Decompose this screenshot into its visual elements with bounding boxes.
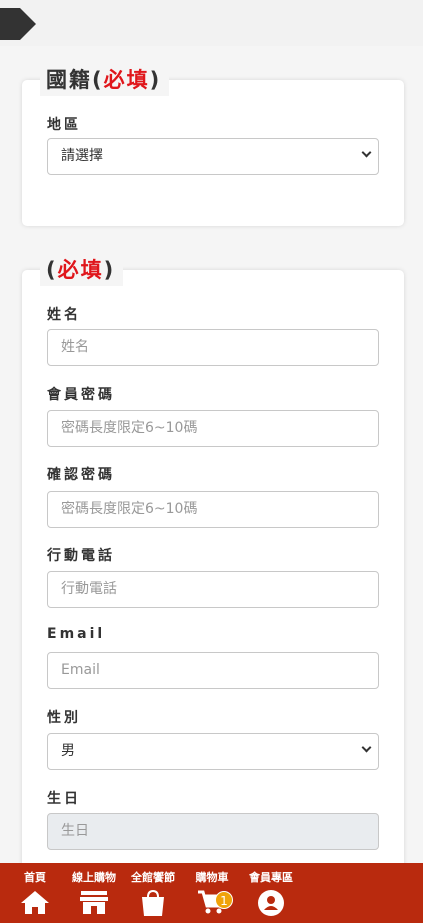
gender-label: 性別 (47, 710, 81, 726)
nationality-title: 國籍(必填) (40, 64, 170, 96)
nav-label: 會員專區 (249, 871, 293, 884)
name-label: 姓名 (47, 307, 81, 323)
user-icon (258, 890, 284, 916)
mobile-label: 行動電話 (47, 548, 115, 564)
nav-label: 購物車 (195, 871, 229, 884)
nav-label: 首頁 (24, 871, 46, 884)
nav-item-home[interactable]: 首頁 (14, 863, 56, 923)
confirm-password-label: 確認密碼 (47, 467, 115, 483)
cart-count-badge: 1 (215, 891, 233, 909)
shopping-bag-icon (142, 889, 164, 916)
form-content: 國籍(必填) 地區 請選擇 (必填) 姓名 姓名 會員密碼 密碼長度限定6~10… (0, 46, 423, 863)
required-mark: 必填 (103, 68, 150, 92)
birthday-input[interactable]: 生日 (47, 813, 379, 850)
confirm-password-input[interactable]: 密碼長度限定6~10碼 (47, 491, 379, 528)
region-select-value: 請選擇 (61, 148, 103, 164)
birthday-label: 生日 (47, 791, 81, 807)
required-mark: 必填 (57, 258, 104, 282)
name-input[interactable]: 姓名 (47, 329, 379, 366)
nationality-card: 國籍(必填) 地區 請選擇 (22, 64, 404, 226)
email-input[interactable]: Email (47, 652, 379, 689)
region-label: 地區 (47, 117, 81, 133)
top-bar (0, 0, 423, 46)
password-input[interactable]: 密碼長度限定6~10碼 (47, 410, 379, 447)
chevron-down-icon (361, 147, 372, 158)
nav-item-cart[interactable]: 購物車 1 (190, 863, 234, 923)
gender-select-value: 男 (61, 743, 75, 759)
nav-item-shop[interactable]: 線上購物 (66, 863, 122, 923)
store-icon (80, 891, 108, 914)
nav-label: 線上購物 (72, 871, 116, 884)
home-icon (21, 891, 49, 914)
region-select[interactable]: 請選擇 (47, 138, 379, 175)
member-info-card: (必填) 姓名 姓名 會員密碼 密碼長度限定6~10碼 確認密碼 密碼長度限定6… (22, 254, 404, 863)
member-info-title: (必填) (40, 254, 124, 286)
nav-label: 全館饗節 (131, 871, 175, 884)
bottom-nav: 首頁 線上購物 全館饗節 購物車 1 會員專區 (0, 863, 423, 923)
password-label: 會員密碼 (47, 387, 115, 403)
nav-item-member[interactable]: 會員專區 (245, 863, 297, 923)
mobile-input[interactable]: 行動電話 (47, 571, 379, 608)
nav-item-festival[interactable]: 全館饗節 (127, 863, 179, 923)
chevron-down-icon (361, 742, 372, 753)
gender-select[interactable]: 男 (47, 733, 379, 770)
email-label: Email (47, 626, 106, 642)
